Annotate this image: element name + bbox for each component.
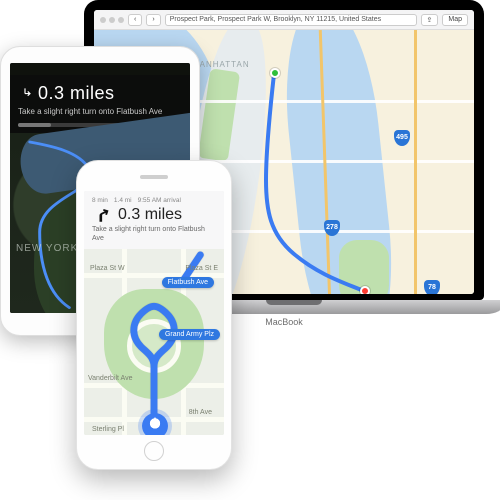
current-location-puck [142, 413, 168, 435]
status-bar [10, 63, 190, 75]
nav-back-button[interactable]: ‹ [128, 14, 142, 26]
route-end-pin[interactable] [360, 286, 370, 294]
distance-remaining: 1.4 mi [114, 197, 132, 204]
trip-summary: 8 min 1.4 mi 9:55 AM arrival [92, 197, 216, 204]
directions-banner[interactable]: 8 min 1.4 mi 9:55 AM arrival 0.3 miles T… [84, 191, 224, 253]
street-label: Sterling Pl [92, 426, 124, 433]
device-family-shot: ‹ › Prospect Park, Prospect Park W, Broo… [0, 0, 500, 500]
iphone-device: 8 min 1.4 mi 9:55 AM arrival 0.3 miles T… [76, 160, 232, 470]
iphone-map-canvas[interactable]: Plaza St W Plaza St E Vanderbilt Ave 8th… [84, 249, 224, 435]
turn-instruction: Take a slight right turn onto Flatbush A… [92, 226, 216, 244]
arrival-time: 9:55 AM arrival [138, 197, 181, 204]
window-traffic-lights[interactable] [100, 17, 124, 23]
earpiece [140, 175, 168, 179]
maps-toolbar: ‹ › Prospect Park, Prospect Park W, Broo… [94, 10, 474, 30]
home-button[interactable] [144, 441, 164, 461]
nav-forward-button[interactable]: › [146, 14, 160, 26]
view-mode-button[interactable]: Map [442, 14, 468, 26]
next-turn-distance: 0.3 miles [38, 83, 115, 104]
turn-slight-right-icon [92, 206, 110, 224]
share-button[interactable]: ⇪ [421, 14, 439, 26]
next-turn-distance: 0.3 miles [118, 206, 182, 224]
street-label: Plaza St E [185, 265, 218, 272]
poi-callout[interactable]: Grand Army Plz [159, 329, 220, 340]
street-label: 8th Ave [189, 409, 212, 416]
search-value: Prospect Park, Prospect Park W, Brooklyn… [170, 16, 381, 23]
search-input[interactable]: Prospect Park, Prospect Park W, Brooklyn… [165, 14, 417, 26]
iphone-frame: 8 min 1.4 mi 9:55 AM arrival 0.3 miles T… [76, 160, 232, 470]
iphone-screen: 8 min 1.4 mi 9:55 AM arrival 0.3 miles T… [84, 191, 224, 435]
turn-right-icon [18, 86, 32, 102]
turn-instruction: Take a slight right turn onto Flatbush A… [18, 107, 182, 117]
route-start-pin[interactable] [270, 68, 280, 78]
region-label: NEW YORK [16, 243, 78, 254]
road-callout[interactable]: Flatbush Ave [162, 277, 214, 288]
street-label: Plaza St W [90, 265, 125, 272]
street-label: Vanderbilt Ave [88, 375, 133, 382]
macbook-notch [266, 300, 322, 305]
eta-minutes: 8 min [92, 197, 108, 204]
highway-shield: 78 [424, 280, 440, 294]
